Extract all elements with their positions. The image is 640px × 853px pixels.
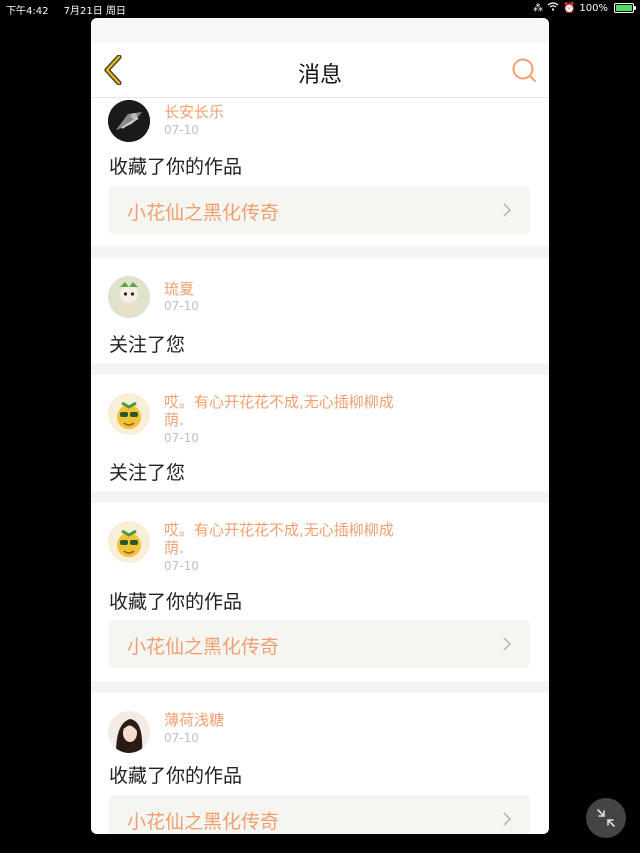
message-action: 收藏了你的作品 [109, 156, 243, 178]
message-date: 07-10 [164, 559, 199, 573]
work-link[interactable]: 小花仙之黑化传奇 [109, 186, 530, 234]
status-date: 7月21日 周日 [63, 6, 126, 17]
message-date: 07-10 [164, 299, 199, 313]
divider [91, 491, 549, 503]
signal-icon: ⁂ [532, 2, 543, 14]
message-list[interactable]: 长安长乐 07-10 收藏了你的作品 小花仙之黑化传奇 琉夏 07-10 关注了… [91, 98, 549, 834]
battery-percent: 100% [579, 2, 608, 14]
nav-bar: 消息 [91, 43, 549, 98]
message-date: 07-10 [164, 431, 199, 445]
user-name[interactable]: 长安长乐 [164, 103, 394, 121]
message-date: 07-10 [164, 731, 199, 745]
message-date: 07-10 [164, 123, 199, 137]
message-action: 收藏了你的作品 [109, 591, 243, 613]
divider [91, 681, 549, 693]
status-bar: 下午4:42 7月21日 周日 ⁂ ⏰ 100% [0, 0, 640, 17]
avatar[interactable] [108, 393, 150, 435]
work-title: 小花仙之黑化传奇 [127, 811, 280, 833]
avatar[interactable] [108, 711, 150, 753]
page-title: 消息 [297, 63, 342, 88]
user-name[interactable]: 哎。有心开花花不成,无心插柳柳成荫. [164, 393, 394, 429]
wifi-icon [547, 2, 559, 14]
user-name[interactable]: 琉夏 [164, 280, 394, 298]
user-name[interactable]: 哎。有心开花花不成,无心插柳柳成荫. [164, 521, 394, 557]
top-strip [91, 18, 549, 43]
collapse-icon [597, 809, 615, 827]
message-item[interactable]: 哎。有心开花花不成,无心插柳柳成荫. 07-10 收藏了你的作品 小花仙之黑化传… [91, 503, 549, 681]
user-name[interactable]: 薄荷浅糖 [164, 711, 394, 729]
alarm-icon: ⏰ [562, 2, 576, 14]
work-title: 小花仙之黑化传奇 [127, 636, 280, 658]
avatar[interactable] [108, 100, 150, 142]
chevron-right-icon [503, 812, 512, 826]
message-item[interactable]: 长安长乐 07-10 收藏了你的作品 小花仙之黑化传奇 [91, 98, 549, 246]
message-item[interactable]: 哎。有心开花花不成,无心插柳柳成荫. 07-10 关注了您 [91, 375, 549, 491]
chevron-right-icon [503, 637, 512, 651]
message-item[interactable]: 薄荷浅糖 07-10 收藏了你的作品 小花仙之黑化传奇 [91, 693, 549, 834]
chevron-right-icon [503, 203, 512, 217]
minimize-button[interactable] [586, 798, 626, 838]
battery-icon [614, 3, 636, 13]
search-icon[interactable] [511, 57, 537, 83]
app-window: 消息 长安长乐 07-10 收藏了你的作品 小花仙之黑化传奇 琉夏 07-10 … [91, 18, 549, 834]
work-link[interactable]: 小花仙之黑化传奇 [109, 620, 530, 668]
work-title: 小花仙之黑化传奇 [127, 202, 280, 224]
message-action: 关注了您 [109, 462, 186, 484]
divider [91, 246, 549, 258]
work-link[interactable]: 小花仙之黑化传奇 [109, 795, 530, 834]
message-action: 收藏了你的作品 [109, 765, 243, 787]
avatar[interactable] [108, 276, 150, 318]
message-action: 关注了您 [109, 334, 186, 356]
message-item[interactable]: 琉夏 07-10 关注了您 [91, 258, 549, 363]
avatar[interactable] [108, 521, 150, 563]
divider [91, 363, 549, 375]
status-time: 下午4:42 [6, 6, 49, 17]
